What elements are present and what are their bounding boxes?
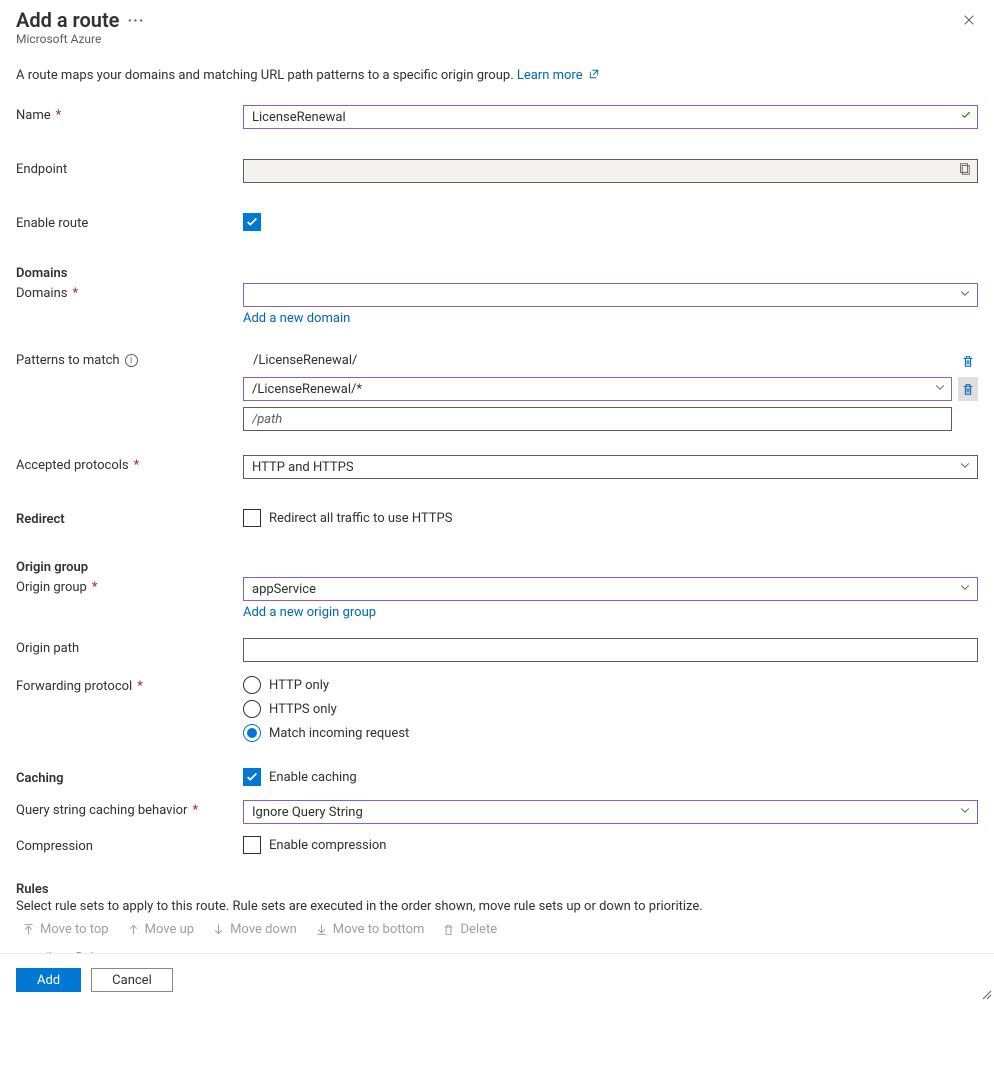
accepted-protocols-select[interactable]: HTTP and HTTPS [243,455,978,479]
forwarding-http-radio[interactable] [243,676,261,694]
forwarding-match-radio[interactable] [243,724,261,742]
origin-path-input[interactable] [243,638,978,662]
add-domain-link[interactable]: Add a new domain [243,311,978,326]
description: A route maps your domains and matching U… [16,68,978,83]
query-string-label: Query string caching behavior* [16,800,243,818]
cancel-button[interactable]: Cancel [91,968,173,992]
forwarding-http-label: HTTP only [269,678,329,693]
origin-group-label: Origin group* [16,577,243,595]
info-icon[interactable]: i [125,354,138,367]
move-up-button[interactable]: Move up [127,922,194,937]
forwarding-match-label: Match incoming request [269,726,409,741]
redirect-https-label: Redirect all traffic to use HTTPS [269,511,452,526]
origin-group-section-heading: Origin group [16,557,243,575]
redirect-label: Redirect [16,509,243,527]
enable-caching-checkbox[interactable] [243,768,261,786]
enable-route-checkbox[interactable] [243,213,261,231]
resize-grip-icon[interactable] [982,989,992,1004]
delete-icon[interactable] [958,354,978,368]
chevron-down-icon [959,804,971,820]
delete-button[interactable]: Delete [442,922,497,937]
accepted-protocols-label: Accepted protocols* [16,455,243,473]
patterns-label: Patterns to match i [16,350,243,368]
move-to-top-button[interactable]: Move to top [22,922,109,937]
subtitle: Microsoft Azure [16,32,144,46]
redirect-https-checkbox[interactable] [243,509,261,527]
delete-icon[interactable] [958,377,978,401]
compression-label: Compression [16,836,243,854]
more-menu-icon[interactable]: ··· [127,11,144,30]
rules-section-heading: Rules [16,882,978,897]
forwarding-https-label: HTTPS only [269,702,337,717]
chevron-down-icon [959,287,971,303]
caching-label: Caching [16,768,243,786]
query-string-select[interactable]: Ignore Query String [243,800,978,824]
pattern-input-selected[interactable] [243,377,952,401]
pattern-static-value: /LicenseRenewal/ [243,350,952,371]
origin-group-select[interactable]: appService [243,577,978,601]
enable-compression-label: Enable compression [269,838,387,853]
external-link-icon [588,68,600,80]
learn-more-link[interactable]: Learn more [517,68,600,83]
page-title: Add a route ··· [16,8,144,32]
description-text: A route maps your domains and matching U… [16,68,517,83]
endpoint-label: Endpoint [16,159,243,177]
add-button[interactable]: Add [16,968,81,992]
chevron-down-icon [959,581,971,597]
name-label: Name* [16,105,243,123]
enable-route-label: Enable route [16,213,243,231]
chevron-down-icon [959,459,971,475]
forwarding-protocol-label: Forwarding protocol* [16,676,243,694]
move-to-bottom-button[interactable]: Move to bottom [315,922,425,937]
add-origin-group-link[interactable]: Add a new origin group [243,605,978,620]
enable-caching-label: Enable caching [269,770,357,785]
domains-select[interactable] [243,283,978,307]
domains-label: Domains* [16,283,243,301]
domains-section-heading: Domains [16,263,243,281]
copy-icon[interactable] [957,162,971,180]
endpoint-field [243,159,978,183]
close-icon[interactable] [962,8,978,31]
enable-compression-checkbox[interactable] [243,836,261,854]
origin-path-label: Origin path [16,638,243,656]
rules-toolbar: Move to top Move up Move down Move to bo… [16,922,978,937]
forwarding-https-radio[interactable] [243,700,261,718]
move-down-button[interactable]: Move down [212,922,297,937]
pattern-input-new[interactable] [243,407,952,431]
title-text: Add a route [16,8,119,32]
name-input[interactable] [243,105,978,129]
rules-description: Select rule sets to apply to this route.… [16,899,978,914]
